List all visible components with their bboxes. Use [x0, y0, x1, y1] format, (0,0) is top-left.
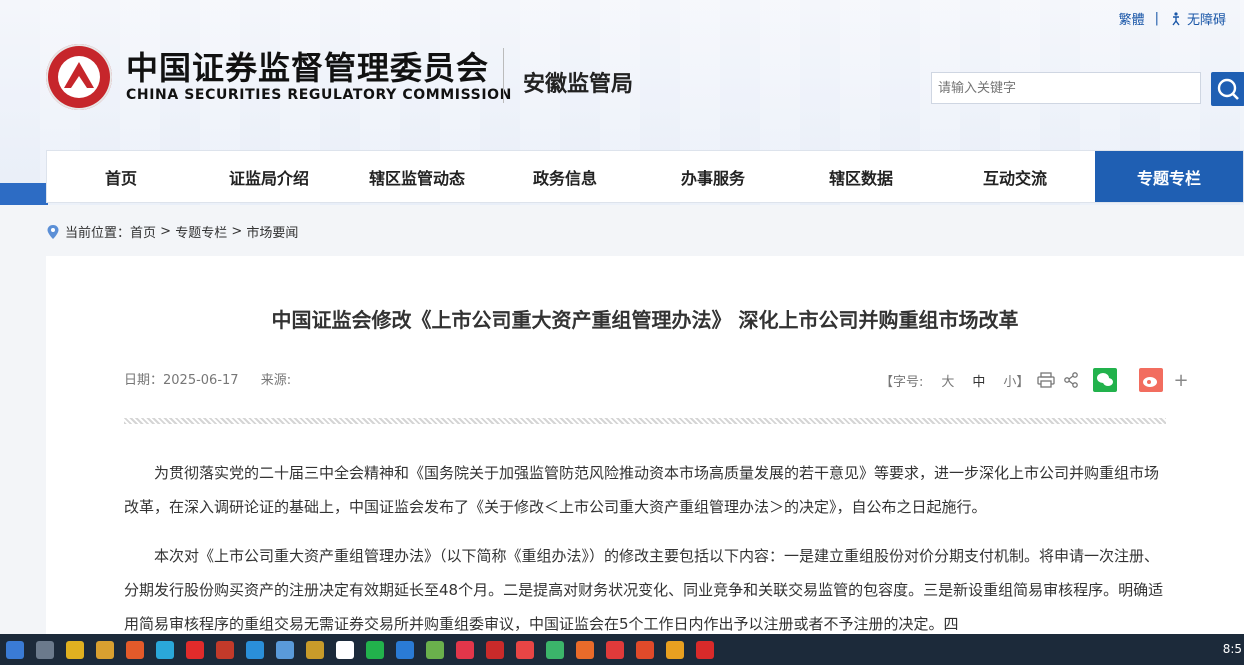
- accessibility-link[interactable]: 无障碍: [1169, 9, 1226, 28]
- search-icon: [1217, 78, 1239, 100]
- search-input[interactable]: [931, 72, 1201, 104]
- breadcrumb-home[interactable]: 首页: [130, 222, 156, 241]
- windows-taskbar: 8:5: [0, 634, 1244, 665]
- title-divider: [124, 418, 1166, 424]
- wechat-taskbar-icon[interactable]: [366, 640, 384, 659]
- nav-regulatory-news[interactable]: 辖区监管动态: [343, 151, 491, 202]
- article-meta: 日期：2025-06-17 来源:: [124, 369, 309, 388]
- main-navigation: 首页 证监局介绍 辖区监管动态 政务信息 办事服务 辖区数据 互动交流 专题专栏: [46, 150, 1244, 203]
- nav-special-topics[interactable]: 专题专栏: [1095, 151, 1243, 202]
- nav-bureau-intro[interactable]: 证监局介绍: [195, 151, 343, 202]
- nav-regional-data[interactable]: 辖区数据: [787, 151, 935, 202]
- breadcrumb-prefix: 当前位置：: [65, 226, 131, 241]
- weibo-share-icon[interactable]: [1139, 368, 1164, 392]
- breadcrumb-market-news[interactable]: 市场要闻: [246, 222, 298, 241]
- bureau-name: 安徽监管局: [523, 72, 634, 97]
- app-icon-2[interactable]: [396, 640, 414, 659]
- logo-divider: [503, 48, 504, 103]
- wechat-share-icon[interactable]: [1093, 368, 1118, 392]
- top-links: 繁體 | 无障碍: [1119, 9, 1226, 28]
- taskbar-clock: 8:5: [1222, 642, 1242, 656]
- file-explorer-icon[interactable]: [66, 640, 84, 659]
- traditional-chinese-link[interactable]: 繁體: [1119, 9, 1145, 28]
- top-links-separator: |: [1154, 11, 1159, 26]
- app-icon-11[interactable]: [666, 640, 684, 659]
- font-large-button[interactable]: 大: [941, 371, 954, 390]
- media-icon[interactable]: [186, 640, 204, 659]
- accessibility-label: 无障碍: [1186, 13, 1226, 28]
- article-title: 中国证监会修改《上市公司重大资产重组管理办法》 深化上市公司并购重组市场改革: [271, 308, 1019, 332]
- app-icon-6[interactable]: [516, 640, 534, 659]
- article-card: 中国证监会修改《上市公司重大资产重组管理办法》 深化上市公司并购重组市场改革 日…: [46, 256, 1244, 636]
- more-share-icon[interactable]: +: [1173, 370, 1188, 391]
- search-box: [931, 72, 1244, 106]
- breadcrumb-special-topics[interactable]: 专题专栏: [175, 222, 227, 241]
- accessibility-icon: [1172, 11, 1180, 25]
- article-tools: 【字号: 大 中 小】 +: [880, 368, 1189, 392]
- browser-icon[interactable]: [126, 640, 144, 659]
- breadcrumb: 当前位置： 首页 > 专题专栏 > 市场要闻: [46, 222, 298, 241]
- app-icon-10[interactable]: [636, 640, 654, 659]
- print-icon[interactable]: [1037, 372, 1056, 388]
- logo-chinese-name: 中国证券监督管理委员会: [126, 49, 490, 87]
- calculator-icon[interactable]: [36, 640, 54, 659]
- app-red-icon[interactable]: [216, 640, 234, 659]
- network-icon[interactable]: [156, 640, 174, 659]
- search-button[interactable]: [1211, 72, 1244, 106]
- font-medium-button[interactable]: 中: [972, 371, 985, 390]
- location-pin-icon: [47, 224, 59, 239]
- article-source: 来源:: [260, 373, 292, 388]
- nav-government-info[interactable]: 政务信息: [491, 151, 639, 202]
- logo-english-name: CHINA SECURITIES REGULATORY COMMISSION: [126, 87, 512, 103]
- app-icon-4[interactable]: [456, 640, 474, 659]
- app-icon[interactable]: [96, 640, 114, 659]
- tools-icon[interactable]: [276, 640, 294, 659]
- nav-services[interactable]: 办事服务: [639, 151, 787, 202]
- app-blue-icon[interactable]: [246, 640, 264, 659]
- font-size-label: 【字号:: [880, 374, 924, 390]
- article-paragraph-1: 为贯彻落实党的二十届三中全会精神和《国务院关于加强监管防范风险推动资本市场高质量…: [124, 464, 1160, 516]
- ie-browser-icon[interactable]: [6, 640, 24, 659]
- cursor-app-icon[interactable]: [336, 640, 354, 659]
- article-date: 日期：2025-06-17: [124, 373, 239, 388]
- app-icon-9[interactable]: [606, 640, 624, 659]
- app-icon-3[interactable]: [426, 640, 444, 659]
- breadcrumb-separator: >: [227, 224, 247, 239]
- app-icon-5[interactable]: [486, 640, 504, 659]
- font-small-button[interactable]: 小】: [1003, 371, 1029, 390]
- nav-home[interactable]: 首页: [47, 151, 195, 202]
- app-icon-12[interactable]: [696, 640, 714, 659]
- app-icon-7[interactable]: [546, 640, 564, 659]
- decorative-strip: [0, 183, 48, 205]
- article-paragraph-2: 本次对《上市公司重大资产重组管理办法》（以下简称《重组办法》）的修改主要包括以下…: [124, 547, 1164, 633]
- app-icon-8[interactable]: [576, 640, 594, 659]
- csrc-emblem-icon: [46, 44, 112, 110]
- site-logo[interactable]: 中国证券监督管理委员会 CHINA SECURITIES REGULATORY …: [46, 44, 512, 110]
- nav-interaction[interactable]: 互动交流: [935, 151, 1095, 202]
- settings-icon[interactable]: [306, 640, 324, 659]
- breadcrumb-separator: >: [156, 224, 176, 239]
- share-icon[interactable]: [1063, 372, 1079, 388]
